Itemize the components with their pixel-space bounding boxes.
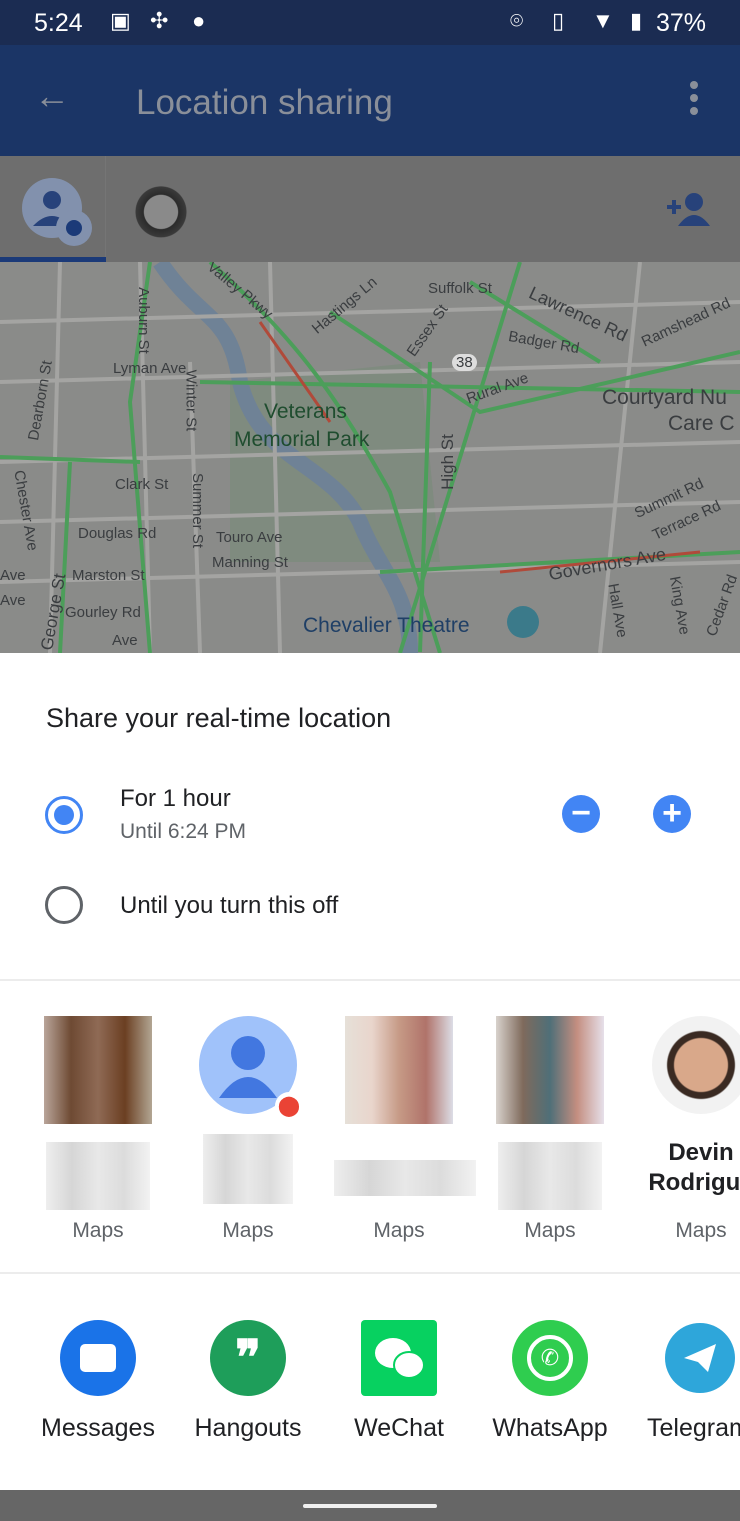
sheet-title: Share your real-time location <box>46 703 392 733</box>
app-bar: ← Location sharing <box>0 45 740 156</box>
contact-app-label: Maps <box>222 1219 274 1242</box>
map-label: Winter St <box>182 369 200 432</box>
location-pin-icon: ⌾ <box>510 8 524 33</box>
contact-target-devin[interactable]: Devin Rodrigue Maps <box>636 1016 740 1242</box>
map-label: Ave <box>0 592 26 609</box>
option-duration-until: Until 6:24 PM <box>120 820 247 843</box>
slack-icon: ✣ <box>150 8 169 33</box>
decrease-duration-button[interactable]: − <box>562 795 600 833</box>
divider <box>0 979 740 981</box>
battery-percent: 37% <box>655 9 706 37</box>
option-until-off-label[interactable]: Until you turn this off <box>120 892 338 920</box>
contact-app-label: Maps <box>373 1219 425 1242</box>
contact-avatar-blurred <box>345 1016 453 1124</box>
app-label: WeChat <box>354 1414 444 1442</box>
map-view[interactable]: Valley Pkwy Auburn St Hastings Ln Suffol… <box>0 262 740 653</box>
page-title: Location sharing <box>136 83 393 122</box>
wechat-icon <box>361 1320 437 1396</box>
map-label: Care C <box>668 412 735 435</box>
app-telegram[interactable]: Telegram <box>625 1320 740 1443</box>
contact-avatar-photo <box>652 1016 740 1114</box>
map-label: Courtyard Nu <box>602 386 727 409</box>
app-hangouts[interactable]: ❞ Hangouts <box>173 1320 323 1443</box>
contact-target[interactable]: Maps <box>334 1016 476 1242</box>
map-label: Douglas Rd <box>78 525 157 542</box>
chat-bubble-icon: ● <box>192 8 206 33</box>
contact-name-blurred <box>203 1134 293 1204</box>
messages-icon <box>60 1320 136 1396</box>
map-label: Summer St <box>189 472 207 549</box>
app-label: WhatsApp <box>492 1414 608 1442</box>
hangouts-icon: ❞ <box>210 1320 286 1396</box>
whatsapp-icon: ✆ <box>512 1320 588 1396</box>
share-location-sheet: Share your real-time location For 1 hour… <box>0 653 740 1490</box>
home-gesture-handle[interactable] <box>303 1504 437 1508</box>
map-label: Gourley Rd <box>65 604 141 621</box>
map-label: Touro Ave <box>216 529 283 546</box>
map-label: Marston St <box>72 567 145 584</box>
app-label: Hangouts <box>194 1414 302 1442</box>
app-wechat[interactable]: WeChat <box>324 1320 474 1443</box>
people-tabs <box>0 156 740 262</box>
map-roads <box>0 262 740 653</box>
tab-contact-photo[interactable] <box>134 180 188 238</box>
contact-target[interactable]: Maps <box>485 1016 615 1242</box>
contact-app-label: Maps <box>72 1219 124 1242</box>
wifi-icon: ▼ <box>592 8 614 33</box>
map-label: Suffolk St <box>428 280 492 297</box>
map-label: Veterans <box>264 400 347 423</box>
more-vert-icon[interactable] <box>690 81 700 120</box>
contact-avatar-blurred <box>44 1016 152 1124</box>
person-add-icon[interactable] <box>664 192 710 228</box>
contact-name-blurred <box>46 1142 150 1210</box>
app-label: Messages <box>41 1414 155 1442</box>
contact-target[interactable]: ⬤ Maps <box>183 1016 313 1242</box>
tab-me[interactable] <box>0 156 106 262</box>
map-label: Memorial Park <box>234 428 370 451</box>
image-icon: ▣ <box>110 8 131 33</box>
map-label: Auburn St <box>134 287 152 354</box>
battery-icon: ▮ <box>630 8 643 33</box>
contact-target[interactable]: Maps <box>33 1016 163 1242</box>
contact-app-label: Maps <box>675 1219 727 1242</box>
map-label: Lyman Ave <box>113 360 187 377</box>
radio-for-duration[interactable] <box>45 796 83 834</box>
divider <box>0 1272 740 1274</box>
increase-duration-button[interactable]: + <box>653 795 691 833</box>
contact-name-blurred <box>498 1142 602 1210</box>
option-duration-label[interactable]: For 1 hour <box>120 785 231 813</box>
contact-name-blurred <box>334 1160 476 1196</box>
contact-name: Devin Rodrigue <box>648 1139 740 1196</box>
map-label: Manning St <box>212 554 288 571</box>
vibrate-icon: ▯ <box>552 8 565 33</box>
my-location-avatar-icon <box>22 178 92 246</box>
radio-until-off[interactable] <box>45 886 83 924</box>
app-whatsapp[interactable]: ✆ WhatsApp <box>475 1320 625 1443</box>
app-label: Telegram <box>647 1414 740 1442</box>
contact-avatar-placeholder: ⬤ <box>199 1016 303 1120</box>
app-messages[interactable]: Messages <box>23 1320 173 1443</box>
map-label: Ave <box>0 567 26 584</box>
contact-avatar-blurred <box>496 1016 604 1124</box>
contact-app-label: Maps <box>524 1219 576 1242</box>
arrow-left-icon[interactable]: ← <box>34 75 70 117</box>
status-bar: 5:24 ▣ ✣ ● ⌾ ▯ ▼ ▮ 37% <box>0 0 740 45</box>
status-time: 5:24 <box>34 9 83 37</box>
map-label: Ave <box>112 632 138 649</box>
navigation-bar <box>0 1490 740 1521</box>
route-shield: 38 <box>452 354 477 371</box>
map-label-chevalier-theatre[interactable]: Chevalier Theatre <box>303 614 470 638</box>
map-label: Clark St <box>115 476 169 493</box>
telegram-icon <box>665 1323 735 1393</box>
map-label: High St <box>437 434 457 490</box>
google-maps-badge-icon: ⬤ <box>275 1092 303 1120</box>
